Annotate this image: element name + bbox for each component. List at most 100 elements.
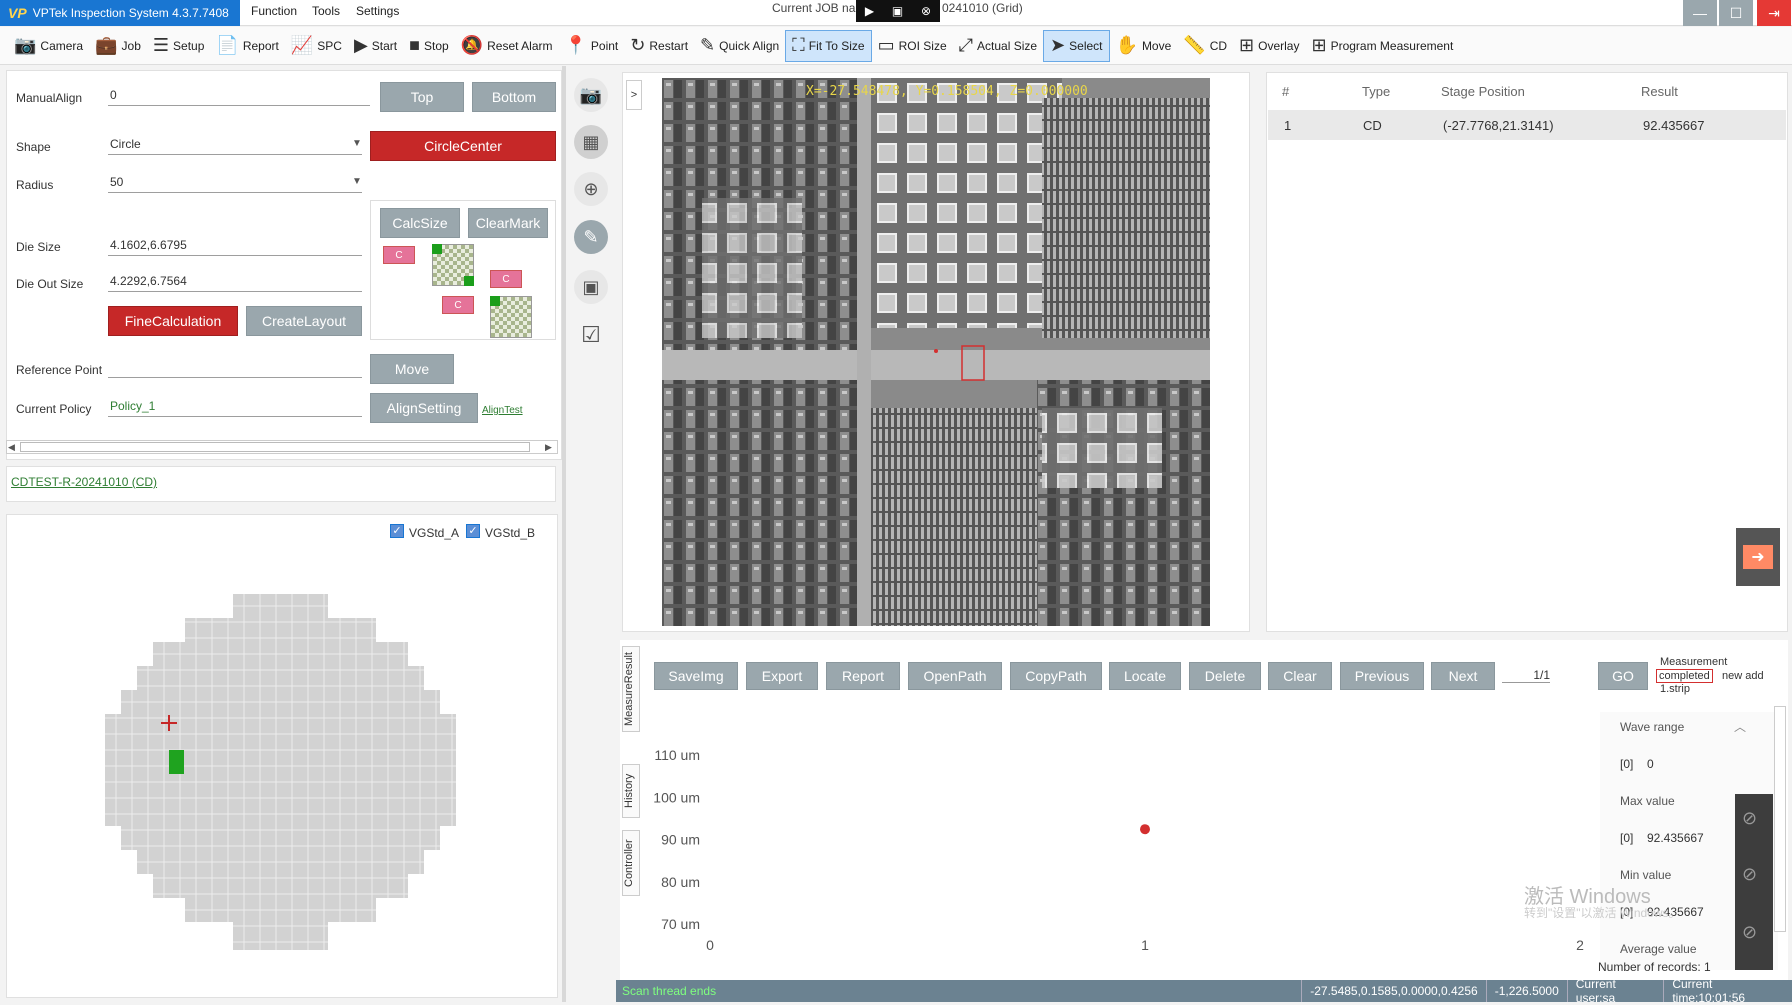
image-gallery-icon[interactable]: ▣ <box>574 270 608 304</box>
toolbar-setup-button[interactable]: ☰ Setup <box>147 30 211 62</box>
job-link[interactable]: CDTEST-R-20241010 (CD) <box>11 475 157 489</box>
toolbar-quick-align-button[interactable]: ✎ Quick Align <box>694 30 785 62</box>
vgstd-a-label: VGStd_A <box>409 526 460 540</box>
record-cursor-icon[interactable]: ▶ <box>865 4 874 18</box>
measure-tool-icon[interactable]: ✎ <box>574 220 608 254</box>
move-button[interactable]: Move <box>370 354 454 384</box>
die-out-size-input[interactable]: 4.2292,6.7564 <box>108 274 362 292</box>
menu-tools[interactable]: Tools <box>312 4 340 18</box>
row-result: 92.435667 <box>1643 118 1705 133</box>
open-path-button[interactable]: OpenPath <box>908 662 1002 690</box>
align-setting-button[interactable]: AlignSetting <box>370 393 478 423</box>
toolbar-move-button[interactable]: ✋ Move <box>1110 30 1178 62</box>
current-policy-value[interactable]: Policy_1 <box>108 399 362 417</box>
average-value-label: Average value <box>1620 942 1697 956</box>
reference-point-input[interactable] <box>108 360 362 378</box>
clear-button[interactable]: Clear <box>1268 662 1332 690</box>
selected-die[interactable] <box>169 750 184 774</box>
grid-view-icon[interactable]: ▦ <box>574 125 608 159</box>
next-button[interactable]: Next <box>1431 662 1495 690</box>
export-button[interactable]: Export <box>746 662 818 690</box>
toolbar-report-button[interactable]: 📄 Report <box>210 30 284 62</box>
shape-select[interactable]: Circle <box>108 137 362 155</box>
page-indicator[interactable]: 1/1 <box>1502 668 1550 683</box>
toolbar-camera-button[interactable]: 📷 Camera <box>8 30 89 62</box>
vgstd-b-checkbox[interactable]: ✓ <box>466 524 480 538</box>
stats-scrollbar[interactable] <box>1774 706 1786 932</box>
x-tick-label: 1 <box>1141 937 1149 953</box>
app-title: VP VPTek Inspection System 4.3.7.7408 <box>0 0 240 26</box>
record-window-icon[interactable]: ▣ <box>892 4 903 18</box>
shape-dropdown-icon[interactable]: ▼ <box>352 138 362 149</box>
scroll-right-icon[interactable]: ▶ <box>545 442 552 453</box>
snapshot-camera-icon[interactable]: 📷 <box>574 78 608 112</box>
minimize-icon[interactable]: — <box>1683 0 1717 26</box>
data-point[interactable] <box>1140 824 1150 835</box>
menu-function[interactable]: Function <box>251 4 297 18</box>
toolbar-fit-to-size-button[interactable]: ⛶ Fit To Size <box>785 29 872 62</box>
toolbar-overlay-button[interactable]: ⊞ Overlay <box>1233 30 1305 62</box>
fine-calculation-button[interactable]: FineCalculation <box>108 306 238 336</box>
microscope-image[interactable] <box>662 78 1210 626</box>
screen-recorder-bar[interactable]: ▶ ▣ ⊗ <box>856 0 940 22</box>
toolbar-start-button[interactable]: ▶ Start <box>348 30 403 62</box>
toolbar-stop-button[interactable]: ■ Stop <box>403 30 455 62</box>
toolbar-job-button[interactable]: 💼 Job <box>89 30 147 62</box>
radius-dropdown-icon[interactable]: ▼ <box>352 176 362 187</box>
menu-settings[interactable]: Settings <box>356 4 399 18</box>
go-button[interactable]: GO <box>1598 662 1648 690</box>
chevron-up-icon[interactable]: ︿ <box>1734 718 1746 735</box>
copy-path-button[interactable]: CopyPath <box>1010 662 1102 690</box>
record-close-icon[interactable]: ⊗ <box>921 4 931 18</box>
bottom-button[interactable]: Bottom <box>472 82 556 112</box>
vgstd-a-checkbox[interactable]: ✓ <box>390 524 404 538</box>
scroll-thumb[interactable] <box>20 442 530 452</box>
floating-tool-icon[interactable]: ⊘ <box>1742 808 1757 829</box>
toolbar-label: Report <box>242 38 279 53</box>
floating-tool-icon[interactable]: ⊘ <box>1742 864 1757 885</box>
die-size-input[interactable]: 4.1602,6.6795 <box>108 238 362 256</box>
panel-splitter[interactable] <box>562 66 566 1002</box>
toolbar-roi-size-button[interactable]: ▭ ROI Size <box>872 30 953 62</box>
save-img-button[interactable]: SaveImg <box>654 662 738 690</box>
floating-tool-icon[interactable]: ⊘ <box>1742 922 1757 943</box>
clear-mark-button[interactable]: ClearMark <box>468 208 548 238</box>
crosshair-grid-icon[interactable]: ⊕ <box>574 172 608 206</box>
toolbar-reset-alarm-button[interactable]: 🔕 Reset Alarm <box>455 30 559 62</box>
row-stage-position: (-27.7768,21.3141) <box>1443 118 1554 133</box>
wafer-map[interactable] <box>100 590 460 956</box>
maximize-icon[interactable]: ☐ <box>1719 0 1753 26</box>
table-header-stage-position: Stage Position <box>1441 84 1525 99</box>
calc-size-button[interactable]: CalcSize <box>380 208 460 238</box>
expand-panel-icon[interactable]: > <box>626 80 642 110</box>
toolbar-point-button[interactable]: 📍 Point <box>558 30 624 62</box>
tab-history[interactable]: History <box>622 764 640 818</box>
exit-icon[interactable]: ⇥ <box>1757 0 1791 26</box>
quick-align-icon: ✎ <box>700 35 716 55</box>
report-button[interactable]: Report <box>826 662 900 690</box>
wave-range-label: Wave range <box>1620 720 1685 734</box>
top-button[interactable]: Top <box>380 82 464 112</box>
delete-button[interactable]: Delete <box>1189 662 1261 690</box>
toolbar-program-measurement-button[interactable]: ⊞ Program Measurement <box>1305 30 1459 62</box>
align-test-link[interactable]: AlignTest <box>482 405 523 416</box>
circle-center-button[interactable]: CircleCenter <box>370 131 556 161</box>
job-icon: 💼 <box>95 35 118 55</box>
toolbar-restart-button[interactable]: ↻ Restart <box>624 30 694 62</box>
toolbar-cd-button[interactable]: 📏 CD <box>1177 30 1233 62</box>
radius-select[interactable]: 50 <box>108 175 362 193</box>
manual-align-input[interactable]: 0 <box>108 88 370 106</box>
number-of-records: Number of records: 1 <box>1598 960 1711 974</box>
toolbar-actual-size-button[interactable]: ⤢ Actual Size <box>953 30 1043 62</box>
checklist-icon[interactable]: ☑ <box>574 318 608 352</box>
scroll-left-icon[interactable]: ◀ <box>8 442 15 453</box>
tab-controller[interactable]: Controller <box>622 830 640 896</box>
toolbar-select-button[interactable]: ➤ Select <box>1043 29 1110 62</box>
create-layout-button[interactable]: CreateLayout <box>246 306 362 336</box>
previous-button[interactable]: Previous <box>1340 662 1424 690</box>
toolbar-label: CD <box>1209 38 1228 53</box>
side-expand-tab[interactable]: ➜ <box>1736 528 1780 586</box>
locate-button[interactable]: Locate <box>1109 662 1181 690</box>
tab-measure-result[interactable]: MeasureResult <box>622 646 640 732</box>
toolbar-spc-button[interactable]: 📈 SPC <box>285 30 348 62</box>
